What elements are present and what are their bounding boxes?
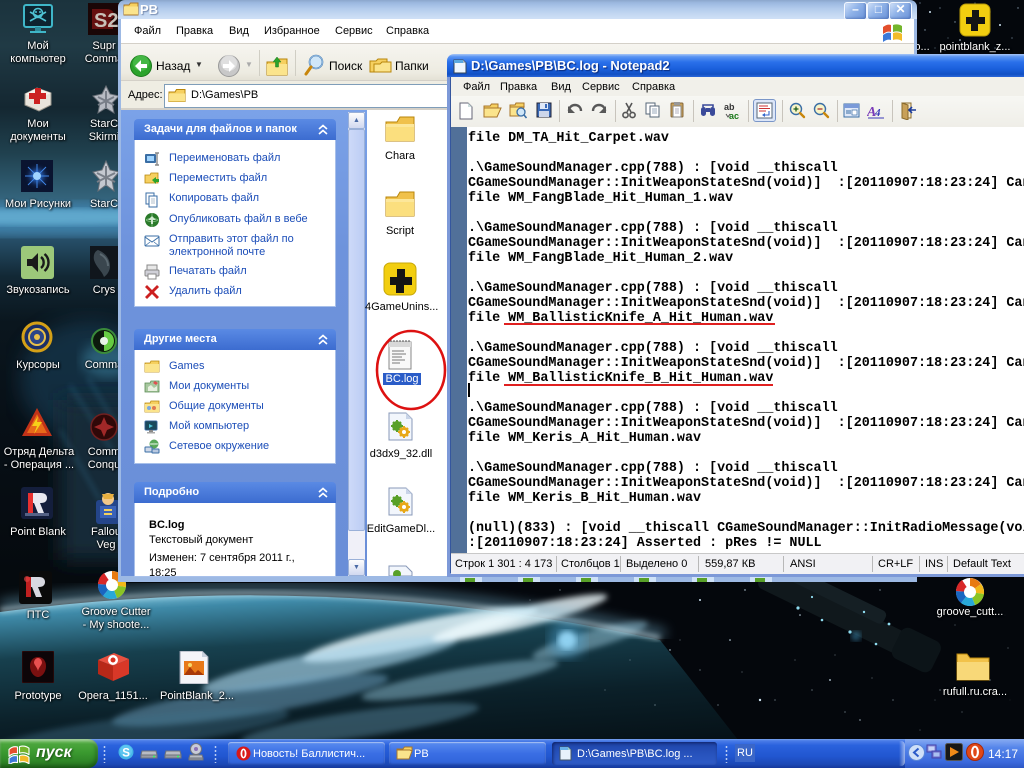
svg-text:S2: S2 <box>94 10 118 32</box>
svg-text:S: S <box>122 748 130 760</box>
svg-text:4: 4 <box>874 107 881 119</box>
svg-text:ac: ac <box>729 111 739 121</box>
